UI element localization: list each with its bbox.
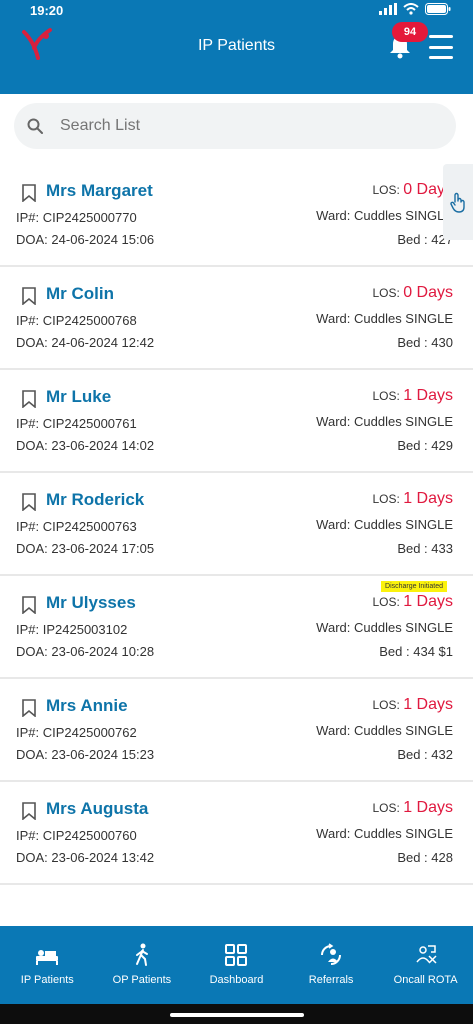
discharge-status-tag: Discharge Initiated — [381, 581, 447, 592]
patient-bed: Bed : 428 — [397, 850, 453, 865]
nav-label: OP Patients — [112, 974, 172, 986]
search-icon — [27, 118, 43, 134]
patient-los: LOS: 0 Days — [372, 284, 454, 301]
notification-badge[interactable]: 94 — [392, 22, 428, 42]
patient-bed: Bed : 434 $1 — [379, 644, 453, 659]
bookmark-icon[interactable] — [22, 390, 36, 408]
patient-name[interactable]: Mr Colin — [46, 284, 114, 304]
patient-bed: Bed : 430 — [397, 335, 453, 350]
patient-doa: DOA: 24-06-2024 12:42 — [16, 335, 155, 350]
oncall-icon — [416, 945, 437, 964]
patient-ward: Ward: Cuddles SINGLE — [316, 620, 453, 635]
patient-ip: IP#: CIP2425000761 — [16, 416, 137, 431]
patient-card[interactable]: Discharge Initiated Mr Ulysses IP#: IP24… — [0, 576, 473, 679]
bookmark-icon[interactable] — [22, 287, 36, 305]
patient-ward: Ward: Cuddles SINGLE — [316, 723, 453, 738]
patient-bed: Bed : 433 — [397, 541, 453, 556]
patient-los: LOS: 1 Days — [372, 490, 454, 507]
patient-ward: Ward: Cuddles SINGLE — [316, 414, 453, 429]
patient-ip: IP#: CIP2425000760 — [16, 828, 137, 843]
patient-ip: IP#: CIP2425000770 — [16, 210, 137, 225]
nav-label: Dashboard — [209, 974, 264, 986]
patient-doa: DOA: 23-06-2024 13:42 — [16, 850, 155, 865]
patient-card[interactable]: Mrs Annie IP#: CIP2425000762 DOA: 23-06-… — [0, 679, 473, 782]
patient-ip: IP#: CIP2425000762 — [16, 725, 137, 740]
patient-card[interactable]: Mrs Margaret IP#: CIP2425000770 DOA: 24-… — [0, 164, 473, 267]
patient-los: LOS: 1 Days — [372, 799, 454, 816]
patient-ward: Ward: Cuddles SINGLE — [316, 311, 453, 326]
patient-bed: Bed : 429 — [397, 438, 453, 453]
wifi-icon — [403, 3, 419, 15]
bed-icon — [36, 950, 59, 965]
patient-card[interactable]: Mrs Augusta IP#: CIP2425000760 DOA: 23-0… — [0, 782, 473, 885]
patient-name[interactable]: Mr Luke — [46, 387, 111, 407]
patient-ip: IP#: IP2425003102 — [16, 622, 128, 637]
patient-card[interactable]: Mr Colin IP#: CIP2425000768 DOA: 24-06-2… — [0, 267, 473, 370]
patient-card[interactable]: Mr Luke IP#: CIP2425000761 DOA: 23-06-20… — [0, 370, 473, 473]
patient-los: LOS: 1 Days — [372, 696, 454, 713]
nav-op-patients[interactable]: OP Patients — [95, 926, 190, 1004]
nav-referrals[interactable]: Referrals — [284, 926, 379, 1004]
nav-label: Oncall ROTA — [393, 974, 458, 986]
menu-icon[interactable] — [429, 35, 453, 59]
nav-dashboard[interactable]: Dashboard — [189, 926, 284, 1004]
patient-ip: IP#: CIP2425000768 — [16, 313, 137, 328]
nav-ip-patients[interactable]: IP Patients — [0, 926, 95, 1004]
walking-icon — [135, 943, 148, 966]
status-icons — [379, 3, 451, 15]
side-drawer-tab[interactable] — [443, 164, 473, 240]
patient-doa: DOA: 24-06-2024 15:06 — [16, 232, 155, 247]
status-time: 19:20 — [30, 3, 64, 18]
bookmark-icon[interactable] — [22, 699, 36, 717]
patient-ward: Ward: Cuddles SINGLE — [316, 208, 453, 223]
app-header: 19:20 IP Patients 94 — [0, 0, 473, 94]
patient-doa: DOA: 23-06-2024 15:23 — [16, 747, 155, 762]
battery-icon — [425, 3, 451, 15]
dashboard-icon — [225, 944, 248, 966]
patient-doa: DOA: 23-06-2024 17:05 — [16, 541, 155, 556]
patient-ward: Ward: Cuddles SINGLE — [316, 517, 453, 532]
patient-ip: IP#: CIP2425000763 — [16, 519, 137, 534]
patient-bed: Bed : 432 — [397, 747, 453, 762]
patient-list: Mrs Margaret IP#: CIP2425000770 DOA: 24-… — [0, 164, 473, 885]
bottom-navigation: IP Patients OP Patients Dashboard Referr… — [0, 926, 473, 1004]
patient-los: LOS: 1 Days — [372, 593, 454, 610]
search-bar[interactable] — [14, 103, 456, 149]
search-input[interactable] — [58, 116, 422, 136]
patient-name[interactable]: Mrs Margaret — [46, 181, 153, 201]
bookmark-icon[interactable] — [22, 802, 36, 820]
tap-hand-icon — [450, 192, 465, 213]
patient-name[interactable]: Mrs Augusta — [46, 799, 148, 819]
nav-oncall-rota[interactable]: Oncall ROTA — [378, 926, 473, 1004]
bookmark-icon[interactable] — [22, 493, 36, 511]
signal-icon — [379, 3, 397, 15]
referrals-icon — [321, 943, 342, 965]
patient-card[interactable]: Mr Roderick IP#: CIP2425000763 DOA: 23-0… — [0, 473, 473, 576]
patient-name[interactable]: Mr Ulysses — [46, 593, 136, 613]
patient-doa: DOA: 23-06-2024 10:28 — [16, 644, 155, 659]
patient-ward: Ward: Cuddles SINGLE — [316, 826, 453, 841]
nav-label: Referrals — [308, 974, 354, 986]
patient-los: LOS: 0 Days — [372, 181, 454, 198]
bookmark-icon[interactable] — [22, 596, 36, 614]
home-indicator[interactable] — [170, 1013, 304, 1017]
patient-doa: DOA: 23-06-2024 14:02 — [16, 438, 155, 453]
patient-name[interactable]: Mrs Annie — [46, 696, 128, 716]
patient-los: LOS: 1 Days — [372, 387, 454, 404]
bookmark-icon[interactable] — [22, 184, 36, 202]
patient-name[interactable]: Mr Roderick — [46, 490, 144, 510]
nav-label: IP Patients — [20, 974, 74, 986]
